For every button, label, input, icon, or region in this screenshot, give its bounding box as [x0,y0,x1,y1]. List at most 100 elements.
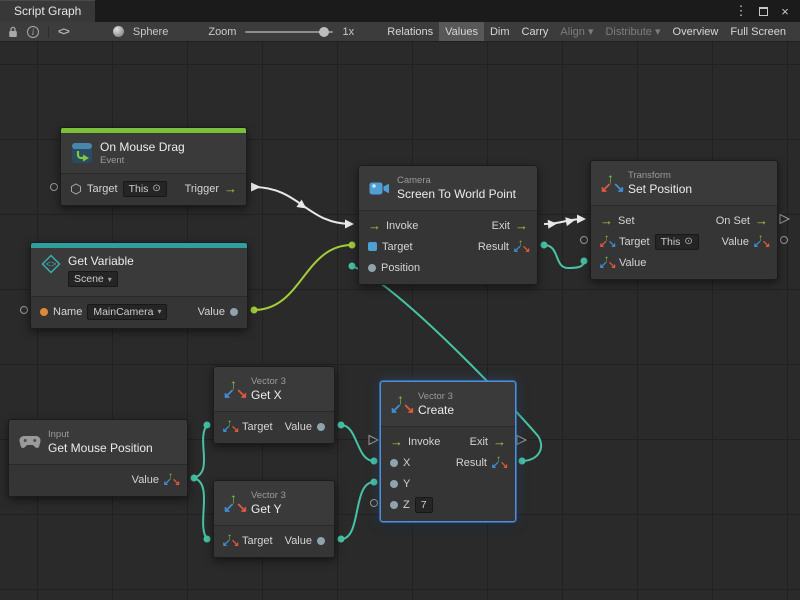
carry-button[interactable]: Carry [516,22,555,41]
marker-getvar-value-out[interactable] [251,307,258,314]
dim-button[interactable]: Dim [484,22,516,41]
relations-button[interactable]: Relations [381,22,439,41]
port-target[interactable]: Target This ⊙ [70,181,167,197]
port-result[interactable]: Result ↑↙↘ [478,240,528,254]
port-target[interactable]: ↑↙↘ Target [223,534,273,548]
zoom-slider[interactable] [245,31,333,33]
marker-create-result-out[interactable] [519,458,526,465]
port-set[interactable]: → Set [600,214,635,227]
marker-create-x-in[interactable] [371,458,378,465]
tab-script-graph[interactable]: Script Graph [0,0,95,22]
node-get-variable[interactable]: <> Get Variable Scene ▾ Name MainCamera … [30,242,248,329]
marker-getx-value-out[interactable] [338,422,345,429]
overview-button[interactable]: Overview [667,22,725,41]
marker-getvar-name-in[interactable] [21,307,28,314]
kebab-menu-icon[interactable]: ⋮ [732,3,750,19]
fullscreen-button[interactable]: Full Screen [724,22,792,41]
marker-stwp-result-out[interactable] [541,242,548,249]
wire-mouse-to-getx[interactable] [194,425,207,478]
node-header: ↑↙↘ Transform Set Position [591,161,777,205]
marker-stwp-invoke-in[interactable] [345,220,354,229]
port-target[interactable]: ↑↙↘ Target This ⊙ [600,234,699,250]
wire-gety-to-y[interactable] [341,482,374,539]
target-object-value: This [129,183,149,195]
port-invoke[interactable]: → Invoke [368,219,418,232]
zoom-slider-handle[interactable] [319,27,329,37]
maximize-icon[interactable] [754,4,772,19]
marker-gmp-value-out[interactable] [191,475,198,482]
marker-gety-value-out[interactable] [338,536,345,543]
graph-owner-label[interactable]: Sphere [133,26,168,38]
node-get-x[interactable]: ↑↙↘ Vector 3 Get X ↑↙↘ Target Value [213,366,335,444]
graph-canvas[interactable]: On Mouse Drag Event Target This ⊙ Trigge [0,42,800,600]
marker-setpos-target-in[interactable] [581,237,588,244]
close-icon[interactable]: × [776,4,794,19]
node-get-y[interactable]: ↑↙↘ Vector 3 Get Y ↑↙↘ Target Value [213,480,335,558]
values-button[interactable]: Values [439,22,484,41]
object-picker-icon[interactable]: ⊙ [684,236,692,247]
port-value-out[interactable]: Value ↑↙↘ [722,235,768,249]
distribute-button[interactable]: Distribute ▾ [599,22,666,41]
port-value[interactable]: Value ↑↙↘ [132,473,178,487]
port-trigger[interactable]: Trigger → [185,182,237,195]
target-object-field[interactable]: This ⊙ [123,181,167,197]
port-z[interactable]: Z 7 [390,497,433,513]
marker-create-z-in[interactable] [371,500,378,507]
port-x[interactable]: X [390,457,410,469]
wire-variable-to-target[interactable] [254,245,352,310]
port-name[interactable]: Name MainCamera ▾ [40,304,167,320]
marker-create-invoke-in[interactable] [369,436,378,445]
node-set-position[interactable]: ↑↙↘ Transform Set Position → Set On Set … [590,160,778,280]
marker-create-exit-out[interactable] [517,436,526,445]
chevron-down-icon: ▾ [157,307,161,316]
port-position[interactable]: Position [368,262,420,274]
port-label: Position [381,262,420,274]
marker-setpos-value-out[interactable] [781,237,788,244]
port-y[interactable]: Y [390,478,410,490]
node-body: ↑↙↘ Target Value [214,411,334,443]
port-label: Trigger [185,183,219,195]
port-invoke[interactable]: → Invoke [390,435,440,448]
z-value-field[interactable]: 7 [415,497,433,513]
flow-out-icon: → [515,219,528,232]
marker-gety-target-in[interactable] [204,536,211,543]
vector3-type-icon: ↑↙↘ [223,534,237,548]
port-value-in[interactable]: ↑↙↘ Value [600,256,646,270]
node-screen-to-world-point[interactable]: Camera Screen To World Point → Invoke Ex… [358,165,538,285]
wire-result-to-value[interactable] [544,245,584,268]
marker-setpos-set-in[interactable] [577,215,586,224]
target-object-field[interactable]: This ⊙ [655,234,699,250]
port-target[interactable]: ↑↙↘ Target [223,420,273,434]
variable-name-dropdown[interactable]: MainCamera ▾ [87,304,167,320]
node-on-mouse-drag[interactable]: On Mouse Drag Event Target This ⊙ Trigge [60,127,247,206]
wire-mouse-to-gety[interactable] [194,478,207,539]
node-get-mouse-position[interactable]: Input Get Mouse Position Value ↑↙↘ [8,419,188,497]
info-icon[interactable]: i [27,26,39,38]
marker-setpos-onset-out[interactable] [780,215,789,224]
port-result[interactable]: Result ↑↙↘ [456,456,506,470]
port-target[interactable]: Target [368,241,413,253]
node-header: On Mouse Drag Event [61,133,246,173]
variable-scope-dropdown[interactable]: Scene ▾ [68,271,118,287]
port-on-set[interactable]: On Set → [716,214,768,227]
code-icon[interactable]: <> [58,26,69,38]
port-exit[interactable]: Exit → [492,219,528,232]
port-exit[interactable]: Exit → [470,435,506,448]
port-value[interactable]: Value [285,535,325,547]
node-header: Input Get Mouse Position [9,420,187,464]
node-vector3-create[interactable]: ↑↙↘ Vector 3 Create → Invoke Exit → [380,381,516,522]
marker-getx-target-in[interactable] [204,422,211,429]
node-title: Get X [251,388,286,402]
object-picker-icon[interactable]: ⊙ [152,183,160,194]
marker-stwp-position-in[interactable] [349,263,356,270]
port-value[interactable]: Value [198,306,238,318]
flow-in-icon: → [368,219,381,232]
align-button[interactable]: Align ▾ [554,22,599,41]
flow-out-icon: → [224,182,237,195]
marker-create-y-in[interactable] [371,479,378,486]
lock-icon[interactable] [8,26,18,38]
marker-omd-target-in[interactable] [51,184,58,191]
marker-stwp-target-in[interactable] [349,242,356,249]
marker-setpos-value-in[interactable] [581,258,588,265]
port-value[interactable]: Value [285,421,325,433]
